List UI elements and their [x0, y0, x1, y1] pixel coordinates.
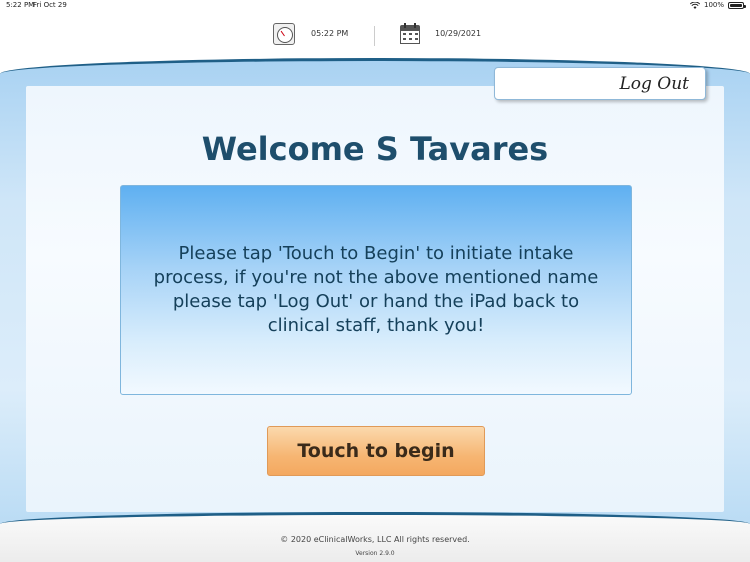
status-date: Fri Oct 29: [33, 1, 67, 9]
version-text: Version 2.9.0: [355, 550, 395, 557]
copyright-text: © 2020 eClinicalWorks, LLC All rights re…: [280, 535, 470, 544]
header-bar: 05:22 PM 10/29/2021: [0, 14, 750, 60]
status-bar: 5:22 PM Fri Oct 29 100%: [0, 0, 750, 12]
battery-icon: [728, 1, 746, 9]
instructions-box: Please tap 'Touch to Begin' to initiate …: [120, 185, 632, 395]
header-time: 05:22 PM: [311, 29, 349, 38]
battery-percent: 100%: [703, 1, 724, 9]
touch-to-begin-button[interactable]: Touch to begin: [267, 426, 485, 476]
clock-icon: [273, 23, 295, 45]
calendar-icon: [400, 23, 420, 45]
header-divider: [374, 26, 375, 46]
status-right: 100%: [689, 1, 746, 9]
header-date: 10/29/2021: [435, 29, 482, 38]
instructions-text: Please tap 'Touch to Begin' to initiate …: [153, 243, 599, 336]
status-time: 5:22 PM: [6, 1, 35, 9]
logout-button[interactable]: Log Out: [494, 67, 706, 100]
logout-label: Log Out: [619, 74, 689, 94]
welcome-title: Welcome S Tavares: [201, 130, 549, 168]
wifi-icon: [689, 1, 700, 9]
